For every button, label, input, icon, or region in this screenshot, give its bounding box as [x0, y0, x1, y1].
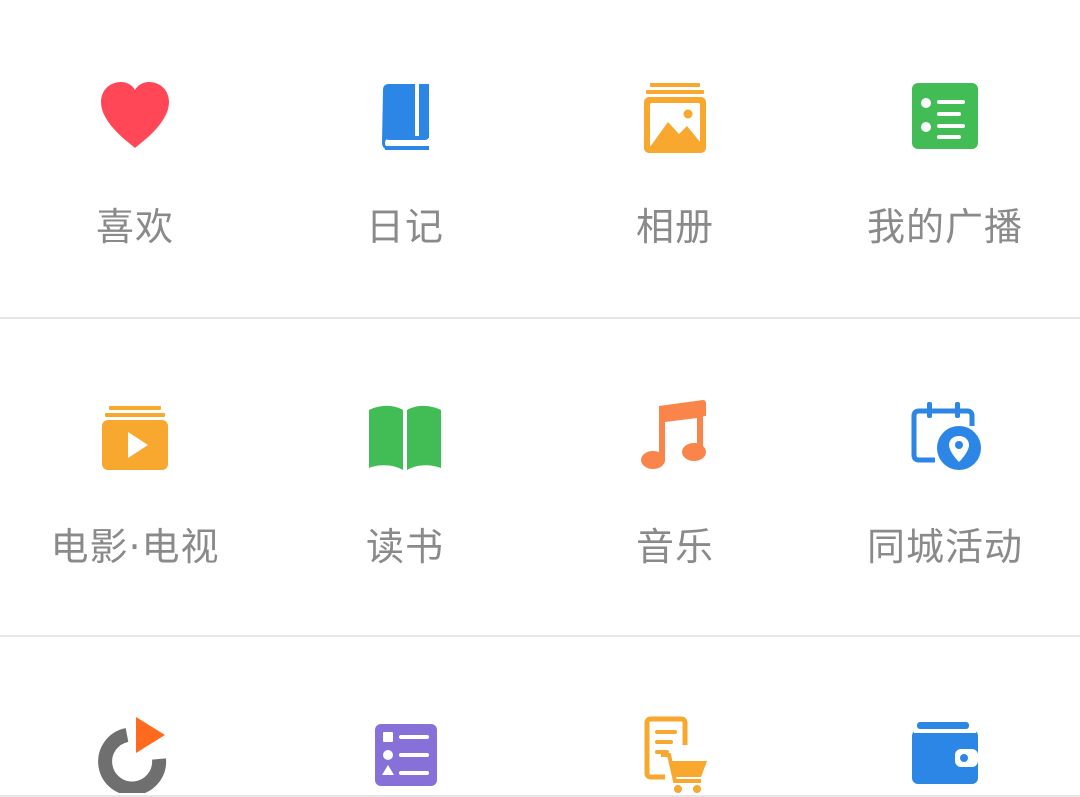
- heart-icon: [95, 76, 175, 156]
- menu-row-3: [0, 637, 1080, 797]
- menu-item-row3-2[interactable]: [270, 637, 540, 797]
- broadcast-list-icon: [905, 76, 985, 156]
- music-note-icon: [635, 396, 715, 476]
- menu-item-likes[interactable]: 喜欢: [0, 0, 270, 318]
- menu-item-local-events[interactable]: 同城活动: [810, 319, 1080, 636]
- menu-item-label: 喜欢: [95, 205, 174, 249]
- menu-item-books[interactable]: 读书: [270, 319, 540, 636]
- play-ring-icon: [95, 713, 175, 793]
- menu-row-1: 喜欢 日记 相册 我的广播: [0, 0, 1080, 318]
- menu-item-label: 同城活动: [866, 525, 1023, 569]
- checklist-icon: [365, 713, 445, 793]
- menu-item-row3-4[interactable]: [810, 637, 1080, 797]
- menu-grid: 喜欢 日记 相册 我的广播 电影·电视 读书 音乐 同城活动: [0, 0, 1080, 797]
- menu-item-label: 电影·电视: [50, 525, 220, 569]
- menu-item-label: 我的广播: [866, 205, 1023, 249]
- menu-item-row3-3[interactable]: [540, 637, 810, 797]
- menu-item-music[interactable]: 音乐: [540, 319, 810, 636]
- menu-row-2: 电影·电视 读书 音乐 同城活动: [0, 319, 1080, 636]
- photo-album-icon: [635, 76, 715, 156]
- menu-item-label: 音乐: [635, 525, 714, 569]
- calendar-location-icon: [905, 396, 985, 476]
- menu-item-diary[interactable]: 日记: [270, 0, 540, 318]
- menu-item-album[interactable]: 相册: [540, 0, 810, 318]
- movie-tv-icon: [95, 396, 175, 476]
- wallet-icon: [905, 713, 985, 793]
- diary-book-icon: [365, 76, 445, 156]
- order-cart-icon: [635, 713, 715, 793]
- menu-item-label: 相册: [635, 205, 714, 249]
- menu-item-my-broadcast[interactable]: 我的广播: [810, 0, 1080, 318]
- menu-item-label: 日记: [365, 205, 444, 249]
- menu-item-label: 读书: [365, 525, 444, 569]
- open-book-icon: [365, 396, 445, 476]
- menu-item-row3-1[interactable]: [0, 637, 270, 797]
- menu-item-movie-tv[interactable]: 电影·电视: [0, 319, 270, 636]
